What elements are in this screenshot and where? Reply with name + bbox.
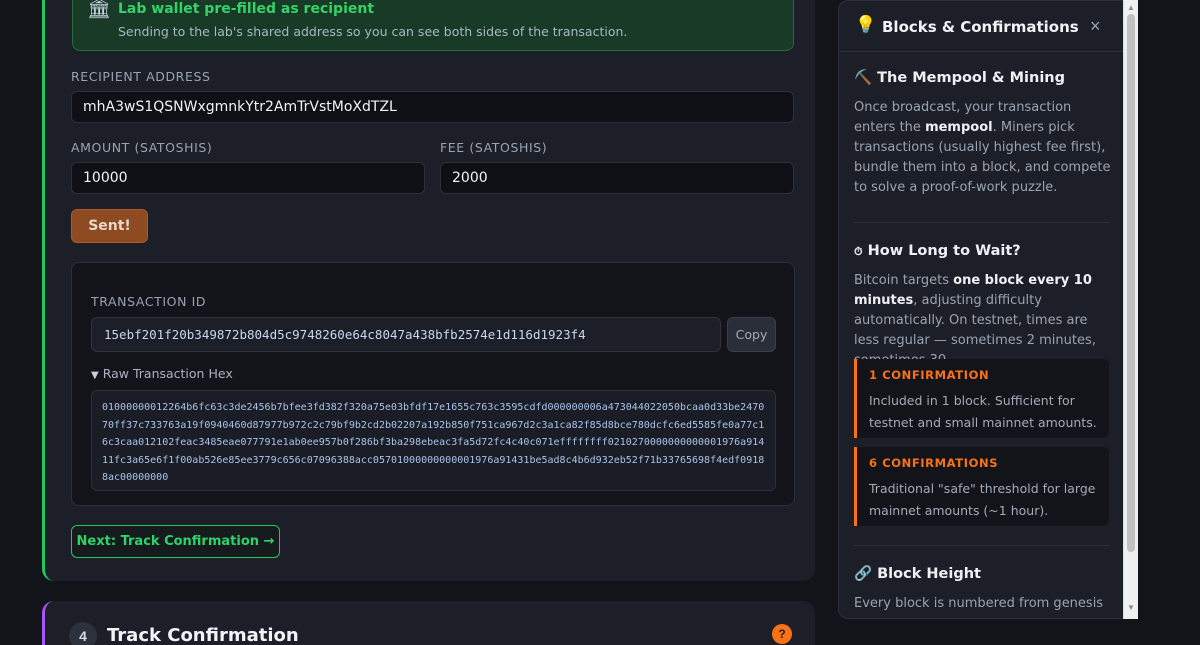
one-confirmation-title: 1 CONFIRMATION (869, 368, 990, 382)
triangle-down-icon: ▼ (91, 370, 99, 381)
mempool-body-bold: mempool (925, 120, 993, 135)
section-divider (854, 545, 1109, 546)
scroll-down-arrow-icon[interactable]: ▼ (1127, 603, 1135, 612)
banner-subtitle: Sending to the lab's shared address so y… (118, 24, 628, 39)
step-4-title: Track Confirmation (107, 625, 299, 645)
step-3-card: 🏛 Lab wallet pre-filled as recipient Sen… (42, 0, 815, 581)
bank-icon: 🏛 (87, 0, 112, 20)
scroll-thumb[interactable] (1127, 14, 1135, 552)
wait-title-text: How Long to Wait? (867, 243, 1021, 259)
stopwatch-icon: ⏱ (854, 245, 863, 258)
transaction-id-label: TRANSACTION ID (91, 294, 207, 309)
amount-input[interactable]: 10000 (71, 162, 425, 194)
block-height-title-text: Block Height (877, 566, 981, 582)
banner-title: Lab wallet pre-filled as recipient (118, 1, 375, 17)
panel-scrollbar[interactable]: ▲ ▼ (1123, 0, 1138, 619)
raw-hex-text[interactable]: 01000000012264b6fc63c3de2456b7bfee3fd382… (91, 390, 776, 491)
recipient-prefill-banner: 🏛 Lab wallet pre-filled as recipient Sen… (72, 0, 794, 51)
sent-button[interactable]: Sent! (71, 209, 148, 243)
section-divider (854, 222, 1109, 223)
raw-hex-toggle[interactable]: ▼ Raw Transaction Hex (91, 366, 233, 381)
panel-title: Blocks & Confirmations (882, 18, 1079, 36)
one-confirmation-body: Included in 1 block. Sufficient for test… (869, 393, 1097, 430)
help-icon[interactable]: ? (772, 624, 792, 644)
copy-button[interactable]: Copy (727, 317, 776, 352)
lightbulb-icon: 💡 (855, 15, 877, 34)
wait-section-title: ⏱ How Long to Wait? (854, 243, 1021, 259)
wait-body-pre: Bitcoin targets (854, 273, 954, 288)
raw-hex-toggle-label: Raw Transaction Hex (102, 366, 233, 381)
scroll-up-arrow-icon[interactable]: ▲ (1127, 3, 1135, 12)
six-confirmations-card: 6 CONFIRMATIONS Traditional "safe" thres… (854, 447, 1109, 526)
fee-label: FEE (SATOSHIS) (440, 140, 548, 155)
link-icon: 🔗 (854, 566, 873, 582)
six-confirmations-title: 6 CONFIRMATIONS (869, 456, 999, 470)
step-number-badge: 4 (69, 622, 97, 645)
fee-input[interactable]: 2000 (440, 162, 794, 194)
mempool-section-title: ⛏️ The Mempool & Mining (854, 69, 1065, 86)
recipient-address-label: RECIPIENT ADDRESS (71, 69, 211, 84)
close-icon[interactable]: × (1090, 16, 1101, 37)
blocks-confirmations-panel: 💡 Blocks & Confirmations × ⛏️ The Mempoo… (838, 0, 1138, 619)
step-4-card[interactable]: 4 Track Confirmation ? (42, 601, 815, 645)
transaction-id-field[interactable]: 15ebf201f20b349872b804d5c9748260e64c8047… (91, 317, 721, 352)
mempool-title-text: The Mempool & Mining (877, 70, 1066, 86)
pickaxe-icon: ⛏️ (854, 70, 873, 86)
block-height-section-title: 🔗 Block Height (854, 565, 981, 582)
six-confirmations-body: Traditional "safe" threshold for large m… (869, 481, 1096, 518)
amount-label: AMOUNT (SATOSHIS) (71, 140, 213, 155)
panel-header: 💡 Blocks & Confirmations × (839, 1, 1123, 52)
transaction-result-box: TRANSACTION ID 15ebf201f20b349872b804d5c… (71, 262, 795, 506)
wait-body: Bitcoin targets one block every 10 minut… (854, 271, 1114, 371)
one-confirmation-card: 1 CONFIRMATION Included in 1 block. Suff… (854, 359, 1109, 438)
mempool-body: Once broadcast, your transaction enters … (854, 98, 1114, 198)
block-height-body: Every block is numbered from genesis (854, 596, 1104, 611)
next-track-confirmation-button[interactable]: Next: Track Confirmation → (71, 525, 280, 558)
recipient-address-input[interactable]: mhA3wS1QSNWxgmnkYtr2AmTrVstMoXdTZL (71, 91, 794, 123)
